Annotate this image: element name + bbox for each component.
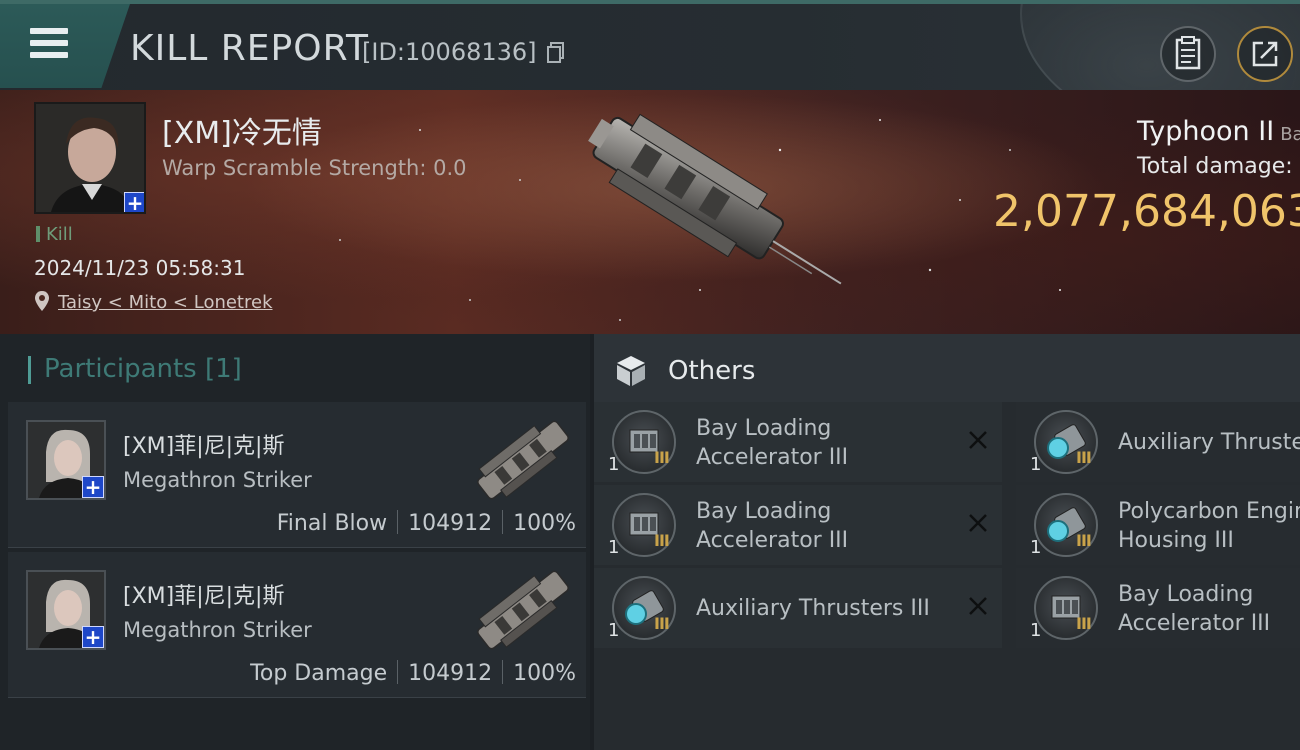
share-button[interactable] <box>1237 26 1293 82</box>
participant-ship: Megathron Striker <box>123 618 312 642</box>
destroyed-x-icon[interactable] <box>966 594 990 618</box>
plus-icon[interactable]: + <box>82 626 104 648</box>
item-slot[interactable]: 1 III Bay Loading Accelerator III <box>1016 568 1300 648</box>
hamburger-menu-icon[interactable] <box>30 28 68 60</box>
participants-panel: Participants [1] + [XM]菲|尼|克|斯 Megathron… <box>0 334 590 750</box>
item-tier-badge: III <box>1076 448 1092 467</box>
kill-timestamp: 2024/11/23 05:58:31 <box>34 256 246 280</box>
item-name-line1: Bay Loading <box>1118 582 1254 607</box>
isk-value: 2,077,684,063 <box>993 186 1300 237</box>
item-name-line1: Polycarbon Engine <box>1118 499 1300 524</box>
total-damage-label: Total damage: <box>1137 154 1293 179</box>
location-link[interactable]: Taisy < Mito < Lonetrek <box>58 292 273 313</box>
item-tier-badge: III <box>1076 531 1092 550</box>
participant-damage: 104912 <box>408 511 493 536</box>
warp-scramble-strength: Warp Scramble Strength: 0.0 <box>162 156 467 180</box>
item-quantity: 1 <box>608 537 620 558</box>
item-name: Polycarbon Engine Housing III <box>1118 497 1300 555</box>
megathron-ship-icon[interactable] <box>463 410 583 510</box>
participants-title: Participants [1] <box>28 354 242 384</box>
item-name-line2: Housing III <box>1118 528 1234 553</box>
others-title: Others <box>668 356 756 386</box>
item-name-line2: Accelerator III <box>696 528 849 553</box>
participant-ship: Megathron Striker <box>123 468 312 492</box>
kill-banner: + [XM]冷无情 Warp Scramble Strength: 0.0 Ki… <box>0 90 1300 334</box>
item-name: Bay Loading Accelerator III <box>696 497 848 555</box>
participant-stats: Top Damage 104912 100% <box>250 660 576 686</box>
item-name: Bay Loading Accelerator III <box>1118 580 1270 638</box>
clipboard-button[interactable] <box>1160 26 1216 82</box>
participant-row[interactable]: + [XM]菲|尼|克|斯 Megathron Striker Final Bl… <box>8 402 586 548</box>
page-title: KILL REPORT <box>130 28 369 69</box>
item-tier-badge: III <box>654 614 670 633</box>
item-name-line2: Accelerator III <box>696 445 849 470</box>
plus-icon[interactable]: + <box>82 476 104 498</box>
participant-percent: 100% <box>513 511 576 536</box>
item-quantity: 1 <box>1030 537 1042 558</box>
participant-percent: 100% <box>513 661 576 686</box>
item-name-line1: Auxiliary Thrusters III <box>696 596 930 621</box>
plus-icon[interactable]: + <box>124 192 144 212</box>
item-slot[interactable]: 1 III Auxiliary Thrusters III <box>594 568 1002 648</box>
location-pin-icon <box>35 291 49 311</box>
participant-name[interactable]: [XM]菲|尼|克|斯 <box>123 578 284 610</box>
item-tier-badge: III <box>654 531 670 550</box>
participant-row[interactable]: + [XM]菲|尼|克|斯 Megathron Striker Top Dama… <box>8 552 586 698</box>
participants-title-label: Participants <box>44 354 197 384</box>
item-name-line2: Accelerator III <box>1118 611 1271 636</box>
item-name: Auxiliary Thrusters <box>1118 428 1300 457</box>
kill-tag: Kill <box>36 224 73 245</box>
report-id: [ID:10068136] <box>362 38 537 66</box>
victim-portrait[interactable]: + <box>34 102 146 214</box>
victim-name[interactable]: [XM]冷无情 <box>162 108 322 152</box>
ship-type: Typhoon II Ba <box>1137 116 1300 147</box>
header-bar: KILL REPORT [ID:10068136] <box>0 0 1300 90</box>
total-damage: Total damage:1 <box>1137 154 1300 179</box>
item-slot[interactable]: 1 III Auxiliary Thrusters <box>1016 402 1300 482</box>
destroyed-x-icon[interactable] <box>966 511 990 535</box>
megathron-ship-icon[interactable] <box>463 560 583 660</box>
cube-icon <box>617 356 645 386</box>
item-name-line1: Bay Loading <box>696 499 832 524</box>
participant-name[interactable]: [XM]菲|尼|克|斯 <box>123 428 284 460</box>
participant-damage: 104912 <box>408 661 493 686</box>
destroyed-x-icon[interactable] <box>966 428 990 452</box>
item-slot[interactable]: 1 III Bay Loading Accelerator III <box>594 402 1002 482</box>
participant-avatar[interactable]: + <box>26 570 106 650</box>
participant-avatar[interactable]: + <box>26 420 106 500</box>
item-name: Auxiliary Thrusters III <box>696 594 930 623</box>
participant-role: Top Damage <box>250 661 388 686</box>
ship-type-name: Typhoon II <box>1137 116 1275 147</box>
item-quantity: 1 <box>608 454 620 475</box>
participants-count: [1] <box>205 354 242 384</box>
ship-class: Ba <box>1280 124 1300 145</box>
item-tier-badge: III <box>654 448 670 467</box>
clipboard-icon <box>1175 36 1201 70</box>
participant-stats: Final Blow 104912 100% <box>277 510 576 536</box>
item-slot[interactable]: 1 III Bay Loading Accelerator III <box>594 485 1002 565</box>
item-quantity: 1 <box>1030 620 1042 641</box>
share-export-icon <box>1252 41 1278 67</box>
others-header: Others <box>594 334 1300 402</box>
item-name: Bay Loading Accelerator III <box>696 414 848 472</box>
item-name-line1: Auxiliary Thrusters <box>1118 430 1300 455</box>
item-tier-badge: III <box>1076 614 1092 633</box>
copy-icon[interactable] <box>547 42 565 64</box>
others-panel: Others 1 III Bay Loading Accelerator III… <box>594 334 1300 750</box>
item-quantity: 1 <box>608 620 620 641</box>
item-slot[interactable]: 1 III Polycarbon Engine Housing III <box>1016 485 1300 565</box>
item-quantity: 1 <box>1030 454 1042 475</box>
victim-ship-icon[interactable] <box>560 110 860 310</box>
item-name-line1: Bay Loading <box>696 416 832 441</box>
participants-header: Participants [1] <box>0 334 590 402</box>
participant-role: Final Blow <box>276 511 388 536</box>
